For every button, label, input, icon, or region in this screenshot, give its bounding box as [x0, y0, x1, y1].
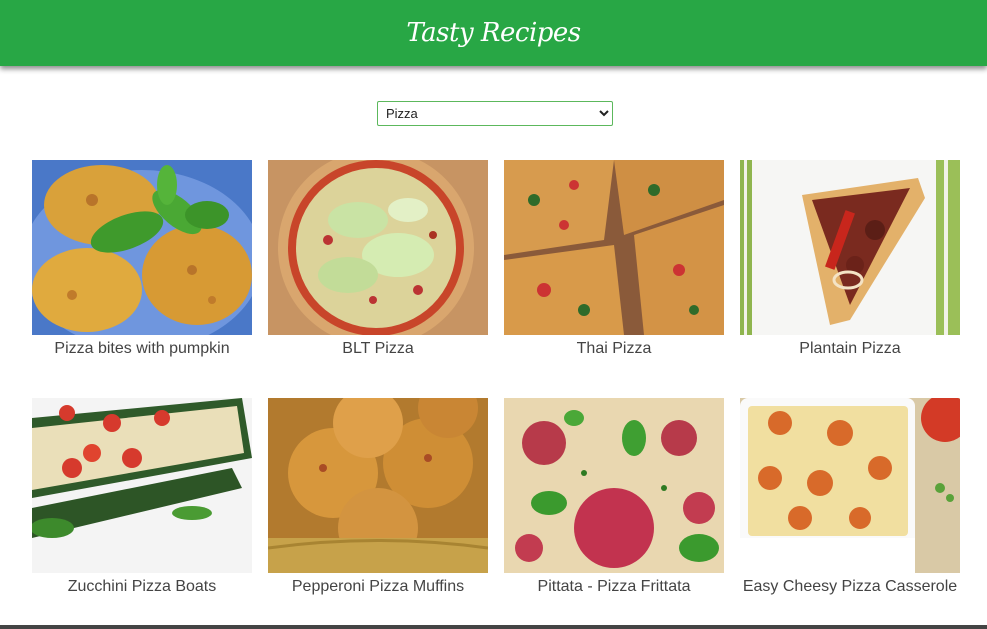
recipe-image[interactable]: [32, 398, 252, 573]
recipe-card[interactable]: Zucchini Pizza Boats: [32, 398, 252, 598]
recipe-image[interactable]: [268, 398, 488, 573]
recipe-image[interactable]: [740, 398, 960, 573]
recipe-card[interactable]: Pepperoni Pizza Muffins: [268, 398, 488, 598]
recipe-title[interactable]: Pizza bites with pumpkin: [32, 338, 252, 360]
recipe-image[interactable]: [504, 160, 724, 335]
window-bottom-edge: [0, 625, 987, 629]
recipe-title[interactable]: BLT Pizza: [268, 338, 488, 360]
recipe-title[interactable]: Easy Cheesy Pizza Casserole: [740, 576, 960, 598]
recipe-card[interactable]: BLT Pizza: [268, 160, 488, 360]
recipe-title[interactable]: Thai Pizza: [504, 338, 724, 360]
recipe-image[interactable]: [740, 160, 960, 335]
recipe-image[interactable]: [268, 160, 488, 335]
recipe-card[interactable]: Pittata - Pizza Frittata: [504, 398, 724, 598]
app-title: Tasty Recipes: [406, 18, 581, 48]
recipe-card[interactable]: Pizza bites with pumpkin: [32, 160, 252, 360]
category-select[interactable]: Pizza: [377, 101, 613, 126]
recipe-card[interactable]: Thai Pizza: [504, 160, 724, 360]
recipe-card[interactable]: Easy Cheesy Pizza Casserole: [740, 398, 960, 598]
recipe-title[interactable]: Zucchini Pizza Boats: [32, 576, 252, 598]
recipe-title[interactable]: Plantain Pizza: [740, 338, 960, 360]
recipe-card[interactable]: Plantain Pizza: [740, 160, 960, 360]
recipe-image[interactable]: [32, 160, 252, 335]
recipe-image[interactable]: [504, 398, 724, 573]
app-header: Tasty Recipes: [0, 0, 987, 66]
recipe-title[interactable]: Pepperoni Pizza Muffins: [268, 576, 488, 598]
recipe-title[interactable]: Pittata - Pizza Frittata: [504, 576, 724, 598]
